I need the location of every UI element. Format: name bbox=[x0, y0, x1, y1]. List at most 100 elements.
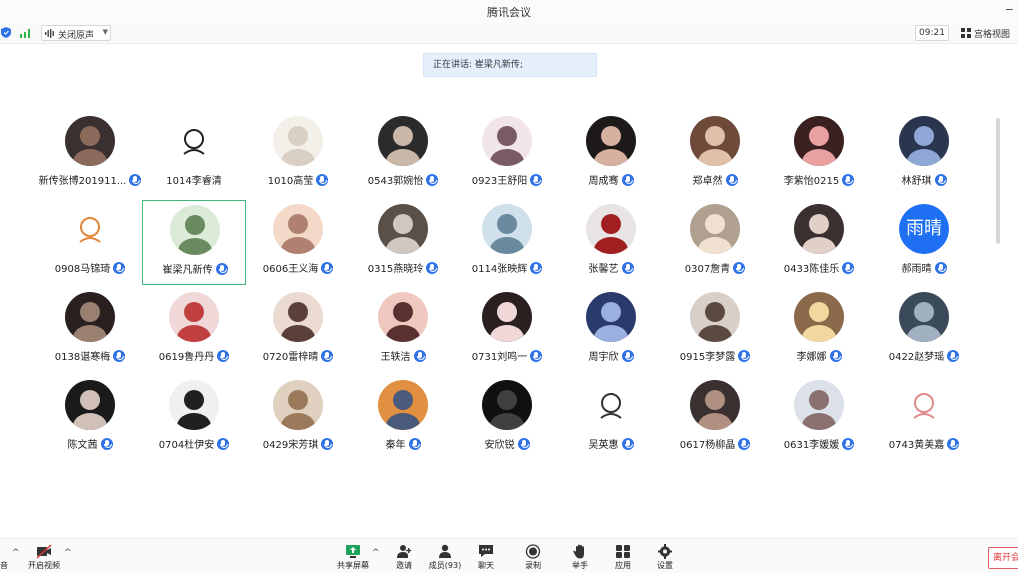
mute-original-sound-label: 关闭原声 bbox=[58, 31, 95, 41]
participant-tile[interactable]: 吴英惠 bbox=[559, 376, 663, 461]
participant-tile[interactable]: 0114张映辉 bbox=[455, 200, 559, 285]
participant-name: 0704杜伊安 bbox=[158, 440, 215, 451]
microphone-icon bbox=[316, 174, 329, 186]
participant-name-row: 王轶洁 bbox=[351, 348, 455, 363]
participant-tile[interactable]: 0619鲁丹丹 bbox=[142, 288, 246, 373]
participant-tile[interactable]: 0307詹青 bbox=[663, 200, 767, 285]
microphone-icon bbox=[947, 438, 960, 450]
avatar bbox=[899, 292, 949, 342]
participant-name-row: 吴英惠 bbox=[559, 436, 663, 451]
members-button[interactable]: 成员(93) bbox=[425, 544, 465, 571]
participant-tile[interactable]: 安欣锐 bbox=[455, 376, 559, 461]
participant-tile[interactable]: 1014李睿清 bbox=[142, 112, 246, 197]
participant-name-row: 新传张博201911... bbox=[38, 172, 142, 187]
share-screen-button[interactable]: 共享屏幕 bbox=[333, 544, 373, 571]
participant-tile[interactable]: 李娜娜 bbox=[767, 288, 871, 373]
apps-button[interactable]: 应用 bbox=[603, 544, 643, 571]
microphone-icon bbox=[217, 350, 230, 362]
avatar bbox=[794, 116, 844, 166]
participant-tile[interactable]: 李紫怡0215 bbox=[767, 112, 871, 197]
participant-tile[interactable]: 陈文茜 bbox=[38, 376, 142, 461]
hand-icon bbox=[573, 544, 584, 559]
participant-tile[interactable]: 郑卓然 bbox=[663, 112, 767, 197]
participant-name: 0619鲁丹丹 bbox=[158, 352, 215, 363]
participant-tile[interactable]: 1010高莹 bbox=[246, 112, 350, 197]
signal-icon[interactable] bbox=[19, 27, 33, 38]
microphone-icon bbox=[321, 262, 334, 274]
participant-tile[interactable]: 周成骞 bbox=[559, 112, 663, 197]
leave-meeting-button[interactable]: 离开会议 bbox=[988, 547, 1018, 569]
microphone-icon bbox=[530, 174, 543, 186]
participant-tile[interactable]: 0731刘鸣一 bbox=[455, 288, 559, 373]
participant-name-row: 李娜娜 bbox=[767, 348, 871, 363]
mute-original-sound-button[interactable]: 关闭原声 ▼ bbox=[41, 25, 111, 41]
microphone-icon bbox=[321, 350, 334, 362]
participant-tile[interactable]: 0923王舒阳 bbox=[455, 112, 559, 197]
share-options-chevron-icon[interactable]: ^ bbox=[372, 548, 380, 558]
dropdown-arrow-icon[interactable]: ▼ bbox=[103, 28, 108, 36]
avatar bbox=[65, 292, 115, 342]
participant-name: 王轶洁 bbox=[380, 352, 411, 363]
participant-tile[interactable]: 0606王义海 bbox=[246, 200, 350, 285]
shield-icon[interactable] bbox=[1, 27, 11, 38]
participant-tile[interactable]: 0315燕晓玲 bbox=[351, 200, 455, 285]
participant-name: 0915李梦露 bbox=[679, 352, 736, 363]
scrollbar[interactable] bbox=[996, 118, 1000, 244]
participant-tile[interactable]: 0617杨柳晶 bbox=[663, 376, 767, 461]
participant-tile[interactable]: 王轶洁 bbox=[351, 288, 455, 373]
participant-tile[interactable]: 0908马锦琦 bbox=[38, 200, 142, 285]
participant-name: 李娜娜 bbox=[796, 352, 827, 363]
minimize-icon[interactable]: − bbox=[1005, 3, 1014, 16]
participant-tile[interactable]: 0915李梦露 bbox=[663, 288, 767, 373]
participant-tile[interactable]: 0720雷梓晴 bbox=[246, 288, 350, 373]
chat-button[interactable]: 聊天 bbox=[466, 544, 506, 571]
participant-tile[interactable]: 张馨艺 bbox=[559, 200, 663, 285]
participant-tile[interactable]: 林舒琪 bbox=[872, 112, 976, 197]
participant-tile[interactable]: 秦年 bbox=[351, 376, 455, 461]
participant-tile[interactable]: 0433陈佳乐 bbox=[767, 200, 871, 285]
view-mode-button[interactable]: 宫格视图 bbox=[957, 25, 1018, 41]
audio-options-chevron-icon[interactable]: ^ bbox=[12, 548, 20, 558]
settings-button[interactable]: 设置 bbox=[645, 544, 685, 571]
participant-tile[interactable]: 雨晴 郝雨晴 bbox=[872, 200, 976, 285]
participant-tile[interactable]: 0704杜伊安 bbox=[142, 376, 246, 461]
participant-tile[interactable]: 周宇欣 bbox=[559, 288, 663, 373]
participant-tile[interactable]: 0631李媛媛 bbox=[767, 376, 871, 461]
participant-tile[interactable]: 新传张博201911... bbox=[38, 112, 142, 197]
participant-name: 0908马锦琦 bbox=[54, 264, 111, 275]
avatar bbox=[690, 116, 740, 166]
participant-tile[interactable]: 0543郭婉怡 bbox=[351, 112, 455, 197]
participant-name: 0307詹青 bbox=[684, 264, 731, 275]
microphone-icon bbox=[842, 438, 855, 450]
participant-tile[interactable]: 0429宋芳琪 bbox=[246, 376, 350, 461]
audio-label: 音 bbox=[0, 561, 8, 570]
participant-name: 张馨艺 bbox=[588, 264, 619, 275]
invite-button[interactable]: 邀请 bbox=[384, 544, 424, 571]
microphone-icon bbox=[0, 544, 12, 559]
apps-label: 应用 bbox=[615, 561, 631, 570]
participant-name-row: 0908马锦琦 bbox=[38, 260, 142, 275]
avatar bbox=[169, 116, 219, 166]
chat-label: 聊天 bbox=[478, 561, 494, 570]
video-options-chevron-icon[interactable]: ^ bbox=[64, 548, 72, 558]
participant-name: 崔梁凡新传 bbox=[162, 265, 213, 276]
participant-name-row: 0543郭婉怡 bbox=[351, 172, 455, 187]
avatar bbox=[690, 292, 740, 342]
participant-name: 新传张博201911... bbox=[38, 176, 127, 187]
participant-tile[interactable]: 0138谌寒梅 bbox=[38, 288, 142, 373]
microphone-icon bbox=[113, 262, 126, 274]
participant-name-row: 崔梁凡新传 bbox=[143, 261, 247, 276]
window-controls[interactable]: − bbox=[1005, 3, 1014, 16]
avatar bbox=[273, 116, 323, 166]
avatar bbox=[586, 380, 636, 430]
participant-name-row: 李紫怡0215 bbox=[767, 172, 871, 187]
participant-tile[interactable]: 0743黄美嘉 bbox=[872, 376, 976, 461]
raise-hand-button[interactable]: 举手 bbox=[560, 544, 600, 571]
participant-name-row: 0731刘鸣一 bbox=[455, 348, 559, 363]
record-button[interactable]: 录制 bbox=[513, 544, 553, 571]
participant-tile[interactable]: 0422赵梦瑶 bbox=[872, 288, 976, 373]
avatar bbox=[273, 380, 323, 430]
start-video-button[interactable]: 开启视频 bbox=[24, 544, 64, 571]
microphone-icon bbox=[530, 262, 543, 274]
participant-tile[interactable]: 崔梁凡新传 bbox=[142, 200, 246, 285]
